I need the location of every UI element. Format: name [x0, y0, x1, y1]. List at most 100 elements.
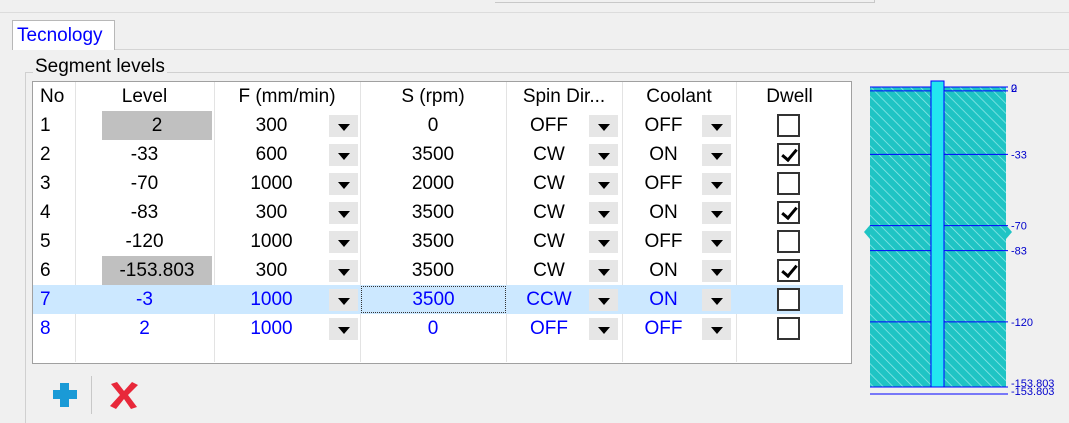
coolant-cell[interactable]: ON — [622, 285, 705, 314]
table-row[interactable]: 5 -120 1000 3500 CW OFF — [33, 227, 843, 256]
segment-levels-grid[interactable]: No Level F (mm/min) S (rpm) Spin Dir... Coola… — [32, 81, 852, 364]
spin-direction-cell[interactable]: CW — [506, 140, 592, 169]
spin-direction-dropdown-button[interactable] — [589, 202, 618, 224]
level-cell[interactable]: 2 — [75, 314, 214, 343]
speed-cell[interactable]: 0 — [360, 111, 506, 140]
spin-direction-dropdown-button[interactable] — [589, 289, 618, 311]
feed-dropdown-button[interactable] — [329, 289, 358, 311]
spin-direction-cell[interactable]: CW — [506, 169, 592, 198]
level-cell[interactable]: -70 — [75, 169, 214, 198]
column-header-feed[interactable]: F (mm/min) — [214, 82, 360, 111]
spin-direction-dropdown-button[interactable] — [589, 173, 618, 195]
feed-cell[interactable]: 300 — [214, 111, 329, 140]
spin-direction-cell[interactable]: OFF — [506, 111, 592, 140]
column-header-speed[interactable]: S (rpm) — [360, 82, 506, 111]
level-cell[interactable]: -33 — [75, 140, 214, 169]
table-row[interactable]: 1 2 300 0 OFF OFF — [33, 111, 843, 140]
level-cell[interactable]: -120 — [75, 227, 214, 256]
feed-dropdown-button[interactable] — [329, 231, 358, 253]
coolant-dropdown-button[interactable] — [702, 260, 731, 282]
column-header-dwell[interactable]: Dwell — [736, 82, 843, 111]
coolant-dropdown-button[interactable] — [702, 289, 731, 311]
row-number[interactable]: 6 — [33, 256, 75, 285]
feed-dropdown-button[interactable] — [329, 144, 358, 166]
coolant-dropdown-button[interactable] — [702, 173, 731, 195]
coolant-cell[interactable]: ON — [622, 198, 705, 227]
add-row-button[interactable] — [50, 380, 80, 410]
spin-direction-cell[interactable]: CW — [506, 227, 592, 256]
feed-dropdown-button[interactable] — [329, 260, 358, 282]
speed-cell[interactable]: 0 — [360, 314, 506, 343]
spin-direction-cell[interactable]: CCW — [506, 285, 592, 314]
feed-cell[interactable]: 300 — [214, 198, 329, 227]
table-row[interactable]: 8 2 1000 0 OFF OFF — [33, 314, 843, 343]
speed-cell[interactable]: 2000 — [360, 169, 506, 198]
tab-tecnology[interactable]: Tecnology — [12, 20, 115, 50]
coolant-cell[interactable]: OFF — [622, 111, 705, 140]
dwell-checkbox[interactable] — [777, 143, 800, 166]
table-row[interactable]: 6 -153.803 300 3500 CW ON — [33, 256, 843, 285]
level-cell[interactable]: -83 — [75, 198, 214, 227]
spin-direction-dropdown-button[interactable] — [589, 115, 618, 137]
level-cell[interactable]: -3 — [75, 285, 214, 314]
row-number[interactable]: 2 — [33, 140, 75, 169]
column-header-spin-direction[interactable]: Spin Dir... — [506, 82, 622, 111]
row-number[interactable]: 4 — [33, 198, 75, 227]
spin-direction-cell[interactable]: CW — [506, 256, 592, 285]
coolant-cell[interactable]: ON — [622, 140, 705, 169]
spin-direction-cell[interactable]: CW — [506, 198, 592, 227]
speed-cell[interactable]: 3500 — [361, 286, 506, 313]
feed-dropdown-button[interactable] — [329, 173, 358, 195]
spin-direction-dropdown-button[interactable] — [589, 318, 618, 340]
column-header-coolant[interactable]: Coolant — [622, 82, 736, 111]
speed-cell[interactable]: 3500 — [360, 227, 506, 256]
table-row[interactable]: 4 -83 300 3500 CW ON — [33, 198, 843, 227]
coolant-cell[interactable]: OFF — [622, 314, 705, 343]
row-number[interactable]: 7 — [33, 285, 75, 314]
feed-dropdown-button[interactable] — [329, 318, 358, 340]
feed-cell[interactable]: 300 — [214, 256, 329, 285]
column-header-no[interactable]: No — [33, 82, 75, 111]
level-cell[interactable]: 2 — [102, 111, 212, 140]
feed-dropdown-button[interactable] — [329, 202, 358, 224]
delete-row-button[interactable] — [108, 380, 140, 410]
spin-direction-dropdown-button[interactable] — [589, 231, 618, 253]
row-number[interactable]: 5 — [33, 227, 75, 256]
row-number[interactable]: 8 — [33, 314, 75, 343]
coolant-dropdown-button[interactable] — [702, 115, 731, 137]
feed-cell[interactable]: 1000 — [214, 169, 329, 198]
feed-cell[interactable]: 600 — [214, 140, 329, 169]
feed-cell[interactable]: 1000 — [214, 285, 329, 314]
table-row[interactable]: 3 -70 1000 2000 CW OFF — [33, 169, 843, 198]
coolant-cell[interactable]: ON — [622, 256, 705, 285]
dwell-checkbox[interactable] — [777, 172, 800, 195]
spin-direction-cell[interactable]: OFF — [506, 314, 592, 343]
row-number[interactable]: 3 — [33, 169, 75, 198]
coolant-cell[interactable]: OFF — [622, 169, 705, 198]
dwell-checkbox[interactable] — [777, 317, 800, 340]
spin-direction-dropdown-button[interactable] — [589, 144, 618, 166]
column-header-level[interactable]: Level — [75, 82, 214, 111]
coolant-dropdown-button[interactable] — [702, 231, 731, 253]
dwell-checkbox[interactable] — [777, 201, 800, 224]
feed-dropdown-button[interactable] — [329, 115, 358, 137]
level-cell[interactable]: -153.803 — [102, 256, 212, 285]
coolant-dropdown-button[interactable] — [702, 144, 731, 166]
spin-direction-dropdown-button[interactable] — [589, 260, 618, 282]
coolant-cell[interactable]: OFF — [622, 227, 705, 256]
speed-cell[interactable]: 3500 — [360, 198, 506, 227]
grid-header-row: No Level F (mm/min) S (rpm) Spin Dir... Coola… — [33, 82, 843, 111]
row-number[interactable]: 1 — [33, 111, 75, 140]
dwell-checkbox[interactable] — [777, 114, 800, 137]
speed-cell[interactable]: 3500 — [360, 140, 506, 169]
coolant-dropdown-button[interactable] — [702, 318, 731, 340]
speed-cell[interactable]: 3500 — [360, 256, 506, 285]
dwell-checkbox[interactable] — [777, 259, 800, 282]
table-row[interactable]: 2 -33 600 3500 CW ON — [33, 140, 843, 169]
feed-cell[interactable]: 1000 — [214, 227, 329, 256]
table-row[interactable]: 7 -3 1000 3500 CCW ON — [33, 285, 843, 314]
dwell-checkbox[interactable] — [777, 230, 800, 253]
feed-cell[interactable]: 1000 — [214, 314, 329, 343]
dwell-checkbox[interactable] — [777, 288, 800, 311]
coolant-dropdown-button[interactable] — [702, 202, 731, 224]
